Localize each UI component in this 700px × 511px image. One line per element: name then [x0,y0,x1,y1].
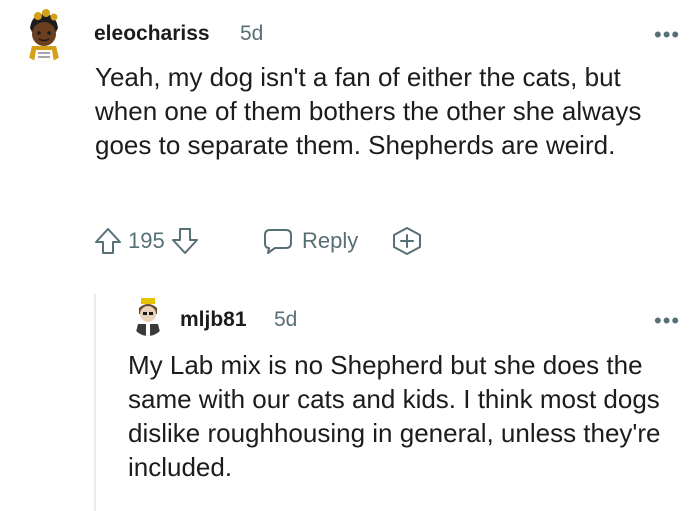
downvote-icon[interactable] [171,226,199,256]
reply-icon [262,226,294,256]
comment-body: Yeah, my dog isn't a fan of either the c… [95,62,642,160]
reply-more-icon[interactable]: ••• [654,310,680,332]
reply-username[interactable]: mljb81 [180,308,247,332]
reply-label: Reply [302,228,359,253]
reply-body: My Lab mix is no Shepherd but she does t… [128,350,661,482]
comment-age: 5d [240,22,264,45]
thread-line[interactable] [94,294,96,511]
upvote-icon[interactable] [94,226,122,256]
award-icon [390,226,424,256]
reply-age: 5d [274,308,298,331]
vote-bar: 195 [94,226,199,256]
award-button[interactable] [390,226,424,256]
more-icon[interactable]: ••• [654,24,680,46]
comment-username[interactable]: eleochariss [94,22,210,46]
avatar[interactable] [16,6,72,62]
reply-button[interactable]: Reply [262,226,358,256]
reply-avatar[interactable] [130,296,166,336]
vote-score: 195 [128,228,165,253]
